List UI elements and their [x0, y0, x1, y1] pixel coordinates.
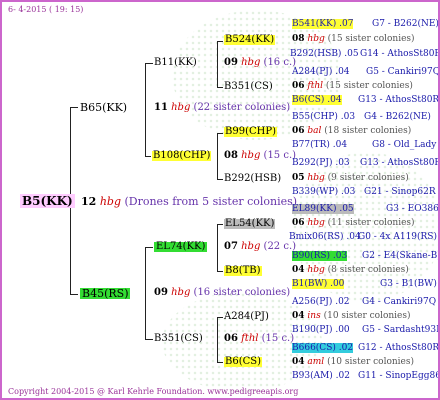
leaf-right: G0 - 4x A119(RS)	[358, 232, 437, 242]
mid-row: 06 hbg (11 sister colonies)	[292, 218, 415, 228]
leaf-row: B77(TR) .04	[292, 140, 348, 150]
node-el54[interactable]: EL54(KK)	[224, 219, 276, 229]
leaf-right: G5 - Cankiri97Q	[366, 67, 440, 77]
b108-gen-line: 08 hbg (15 c.)	[224, 150, 297, 161]
leaf-row: EL89(KK) .05	[292, 204, 354, 214]
leaf-row: B339(WP) .03	[292, 187, 356, 197]
connector	[217, 317, 218, 362]
connector	[217, 179, 223, 180]
mid-row: 06 fthl (15 sister colonies)	[292, 81, 413, 91]
node-b108[interactable]: B108(CHP)	[152, 151, 212, 161]
connector	[217, 41, 218, 87]
mid-row: 05 hbg (9 sister colonies)	[292, 173, 409, 183]
node-b524[interactable]: B524(KK)	[224, 35, 276, 45]
leaf-right: G3 - EO386	[386, 204, 439, 214]
root-hbg: hbg	[99, 195, 121, 208]
leaf-right: G12 - AthosSt80R	[358, 343, 440, 353]
header-timestamp: 6- 4-2015 ( 19: 15)	[8, 5, 84, 14]
leaf-row: B6(CS) .04	[292, 95, 342, 105]
connector	[145, 63, 146, 156]
mid-row: 04 aml (10 sister colonies)	[292, 357, 414, 367]
connector	[217, 133, 223, 134]
connector	[217, 271, 223, 272]
connector	[145, 247, 146, 339]
connector	[145, 247, 153, 248]
root-node[interactable]: B5(KK)	[20, 194, 75, 208]
node-b11[interactable]: B11(KK)	[154, 58, 197, 68]
pedigree-chart: 6- 4-2015 ( 19: 15) B5(KK) 12 hbg (Drone…	[0, 0, 440, 400]
leaf-right: G4 - B262(NE)	[364, 112, 431, 122]
node-b6[interactable]: B6(CS)	[224, 357, 263, 367]
mid-row: 04 hbg (8 sister colonies)	[292, 265, 409, 275]
mid-row: 04 ins (10 sister colonies)	[292, 311, 411, 321]
node-b292-hsb[interactable]: B292(HSB)	[224, 174, 281, 184]
connector	[145, 63, 153, 64]
leaf-right: G7 - B262(NE)	[372, 19, 439, 29]
connector	[145, 339, 153, 340]
b65-gen-line: 11 hbg (22 sister colonies)	[154, 102, 291, 113]
root-gen-line: 12 hbg (Drones from 5 sister colonies)	[81, 196, 297, 207]
leaf-row: B55(CHP) .03	[292, 112, 356, 122]
connector	[70, 107, 78, 108]
leaf-row: B1(BW) .00	[292, 279, 345, 289]
leaf-row: A256(PJ) .02	[292, 297, 350, 307]
el74-gen-line: 07 hbg (22 c.)	[224, 241, 297, 252]
b11-gen-line: 09 hbg (16 c.)	[224, 57, 297, 68]
root-note: (Drones from 5 sister colonies)	[124, 195, 298, 208]
leaf-right: G3 - B1(BW)	[380, 279, 437, 289]
leaf-right: G11 - SinopEgg86R	[358, 371, 440, 381]
leaf-row: A284(PJ) .04	[292, 67, 350, 77]
connector	[217, 133, 218, 179]
connector	[70, 294, 78, 295]
leaf-right: G4 - Cankiri97Q	[362, 297, 437, 307]
footer-copyright[interactable]: Copyright 2004-2015 @ Karl Kehrle Founda…	[8, 388, 298, 396]
connector	[145, 156, 151, 157]
node-b99[interactable]: B99(CHP)	[224, 127, 277, 137]
leaf-row: B90(RS) .03	[292, 251, 348, 261]
root-gen-num: 12	[81, 195, 97, 208]
leaf-row: B666(CS) .02	[292, 343, 354, 353]
leaf-right: G5 - Sardasht93R	[362, 325, 440, 335]
connector	[217, 87, 223, 88]
node-b351-rs[interactable]: B351(CS)	[154, 334, 203, 344]
leaf-row: Bmix06(RS) .04	[289, 232, 361, 242]
leaf-row: B190(PJ) .00	[292, 325, 350, 335]
node-b45[interactable]: B45(RS)	[80, 288, 131, 299]
b351rs-gen-line: 06 fthl (15 c.)	[224, 333, 295, 344]
leaf-row: B292(HSB) .05	[290, 49, 359, 59]
node-b65[interactable]: B65(KK)	[80, 102, 127, 113]
leaf-right: G14 - AthosSt80R	[360, 49, 440, 59]
b45-gen-line: 09 hbg (16 sister colonies)	[154, 287, 291, 298]
leaf-right: G8 - Old_Lady	[372, 140, 437, 150]
leaf-row: B93(AM) .02	[292, 371, 350, 381]
leaf-right: G13 - AthosSt80R	[360, 158, 440, 168]
connector	[217, 224, 223, 225]
connector	[217, 362, 223, 363]
leaf-row: B292(PJ) .03	[292, 158, 350, 168]
leaf-row: B541(KK) .07	[292, 19, 354, 29]
node-a284[interactable]: A284(PJ)	[224, 312, 269, 322]
mid-row: 06 bal (18 sister colonies)	[292, 126, 412, 136]
connector	[217, 224, 218, 271]
connector	[217, 317, 223, 318]
leaf-right: G2 - E4(Skane-B)	[362, 251, 440, 261]
leaf-right: G13 - AthosSt80R	[358, 95, 440, 105]
node-b351-cs[interactable]: B351(CS)	[224, 82, 273, 92]
node-el74[interactable]: EL74(KK)	[154, 242, 208, 252]
node-b8[interactable]: B8(TB)	[224, 266, 262, 276]
connector	[217, 41, 223, 42]
mid-row: 08 hbg (15 sister colonies)	[292, 34, 415, 44]
leaf-right: G21 - Sinop62R	[364, 187, 436, 197]
